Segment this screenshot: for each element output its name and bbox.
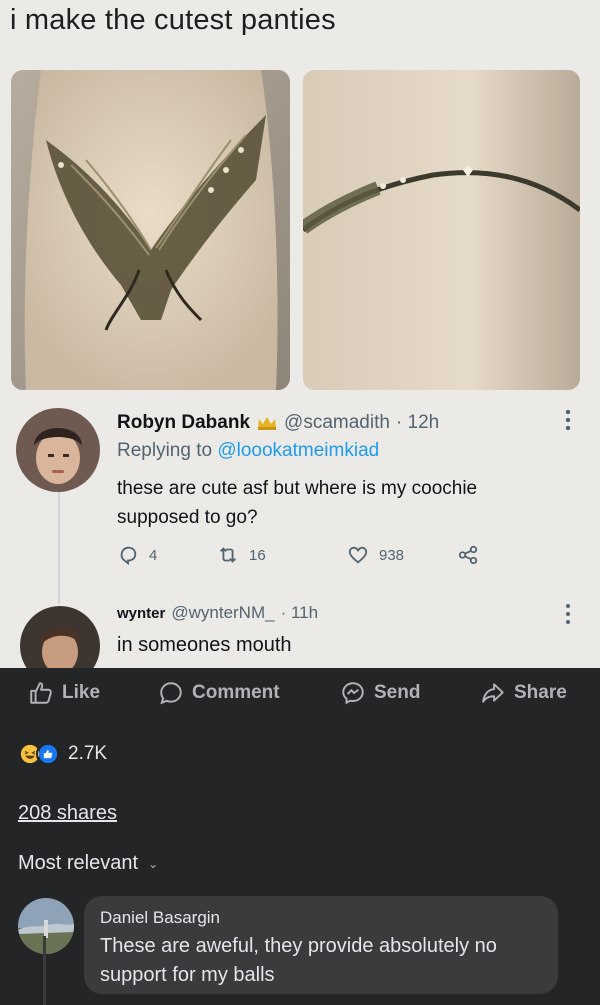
tweet-author-name[interactable]: Robyn Dabank: [117, 412, 250, 434]
tweet-author-handle[interactable]: @scamadith: [284, 412, 390, 434]
commenter-avatar[interactable]: [18, 898, 74, 954]
share-nodes-icon: [458, 545, 478, 565]
fb-comment-label: Comment: [192, 682, 280, 703]
comment-sort-label: Most relevant: [18, 852, 139, 874]
share-arrow-icon: [482, 683, 504, 703]
fb-send-label: Send: [374, 682, 421, 703]
retweet-button[interactable]: 16: [217, 544, 266, 566]
reply-button[interactable]: 4: [117, 544, 157, 566]
reply-count: 4: [149, 546, 158, 564]
thread-line: [58, 492, 60, 604]
tweet-actions: 4 16 938: [117, 544, 517, 574]
messenger-icon: [342, 682, 364, 705]
fb-share-label: Share: [514, 682, 567, 703]
fb-send-button[interactable]: Send: [340, 680, 420, 706]
like-count: 938: [379, 546, 405, 564]
fb-comment-button[interactable]: Comment: [158, 680, 280, 706]
crown-emoji-icon: [258, 417, 277, 430]
replying-to-label: Replying to: [117, 440, 213, 461]
thumbs-up-icon: [30, 682, 52, 704]
reply-header: wynter @wynterNM_ · 11h: [117, 603, 318, 623]
fb-like-button[interactable]: Like: [28, 680, 100, 706]
like-reaction-icon: [36, 742, 60, 766]
replying-to: Replying to @loookatmeimkiad: [117, 440, 379, 462]
product-photo-side: [303, 70, 580, 390]
tweet-time: · 12h: [395, 412, 440, 433]
fb-share-button[interactable]: Share: [480, 680, 567, 706]
retweet-count: 16: [249, 546, 266, 564]
fb-like-label: Like: [62, 682, 101, 703]
comment-text: These are aweful, they provide absolutel…: [100, 935, 497, 986]
share-button[interactable]: [457, 544, 479, 566]
retweet-icon: [220, 547, 236, 563]
post-title: i make the cutest panties: [10, 4, 336, 36]
replying-to-mention[interactable]: @loookatmeimkiad: [217, 440, 379, 461]
reaction-count: 2.7K: [68, 743, 108, 764]
reply-time: · 11h: [280, 603, 319, 622]
chevron-down-icon: ⌄: [148, 856, 159, 871]
avatar[interactable]: [16, 408, 100, 492]
comment-bubble-icon: [160, 682, 182, 705]
comment-bubble: Daniel Basargin These are aweful, they p…: [84, 896, 558, 994]
like-button[interactable]: 938: [347, 544, 404, 566]
comment-sort-dropdown[interactable]: Most relevant ⌄: [18, 852, 158, 875]
tweet-text: these are cute asf but where is my cooch…: [117, 478, 478, 528]
fb-action-bar: Like Comment Send Share: [0, 680, 600, 716]
reply-author-handle[interactable]: @wynterNM_: [171, 603, 274, 623]
reply-text: in someones mouth: [117, 634, 292, 656]
reply-icon: [120, 546, 137, 566]
tweet-header: Robyn Dabank @scamadith · 12h: [117, 412, 439, 434]
tweet-screenshot: i make the cutest panties Robyn Dabank @…: [0, 0, 600, 686]
comment-thread-line: [43, 936, 46, 1005]
heart-icon: [348, 546, 368, 564]
shares-link[interactable]: 208 shares: [18, 802, 117, 825]
more-options-icon[interactable]: [564, 408, 572, 432]
reply-more-options-icon[interactable]: [564, 603, 572, 625]
comment-author[interactable]: Daniel Basargin: [100, 908, 542, 928]
reaction-summary[interactable]: 2.7K: [18, 742, 107, 766]
facebook-post-footer: Like Comment Send Share 2.7K 208 shares …: [0, 668, 600, 1005]
reply-author-name[interactable]: wynter: [117, 605, 165, 622]
product-photo-front: [11, 70, 290, 390]
